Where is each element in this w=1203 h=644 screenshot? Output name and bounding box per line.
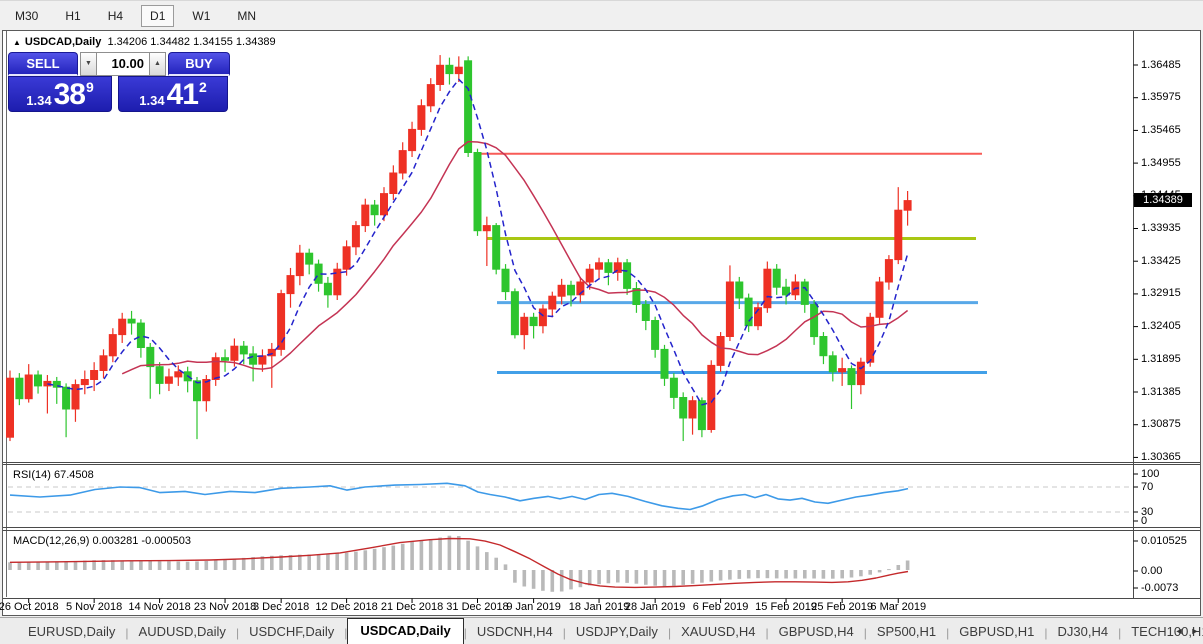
- timeframe-button-d1[interactable]: D1: [141, 4, 175, 27]
- buy-button[interactable]: BUY: [168, 52, 230, 76]
- price-axis-label: 1.36485: [1141, 58, 1181, 71]
- timeframe-button-h1[interactable]: H1: [56, 5, 89, 27]
- tab-scroll-left-icon[interactable]: ◄: [1172, 623, 1186, 639]
- trading-app: M30 H1 H4 D1 W1 MN ▲ USDCAD,Daily 1.34206 1.34…: [0, 0, 1203, 644]
- rsi-axis-label: 100: [1141, 467, 1160, 480]
- symbol-tab-sp500-h1[interactable]: SP500,H1: [867, 620, 946, 644]
- sell-price-prefix: 1.34: [26, 93, 52, 108]
- symbol-tab-strip: EURUSD,Daily | AUDUSD,Daily | USDCHF,Daily | U…: [0, 617, 1203, 644]
- price-axis-label: 1.35975: [1141, 91, 1181, 104]
- chart-symbol-label: USDCAD,Daily: [24, 36, 102, 48]
- sell-price-big: 38: [53, 78, 86, 111]
- buy-price-pip: 2: [198, 79, 207, 95]
- price-axis-label: 1.33425: [1141, 254, 1181, 267]
- symbol-tab-eurusd-daily[interactable]: EURUSD,Daily: [18, 620, 125, 644]
- symbol-tab-gbpusd-h1[interactable]: GBPUSD,H1: [949, 620, 1044, 644]
- symbol-tab-usdchf-daily[interactable]: USDCHF,Daily: [239, 620, 344, 644]
- one-click-trade-panel: SELL ▼ 10.00 ▲ BUY 1.34 38 9 1.34 41 2: [8, 52, 230, 112]
- volume-increase-icon[interactable]: ▲: [149, 52, 166, 76]
- volume-input[interactable]: 10.00: [97, 52, 149, 76]
- symbol-tab-usdjpy-daily[interactable]: USDJPY,Daily: [566, 620, 668, 644]
- symbol-tab-usdcad-daily[interactable]: USDCAD,Daily: [347, 618, 464, 644]
- timeframe-button-m30[interactable]: M30: [6, 5, 47, 27]
- symbol-tab-dj30-h4[interactable]: DJ30,H4: [1048, 620, 1119, 644]
- rsi-indicator-label: RSI(14) 67.4508: [13, 469, 94, 481]
- sell-price-button[interactable]: 1.34 38 9: [8, 76, 112, 112]
- buy-price-big: 41: [166, 78, 199, 111]
- volume-stepper: ▼ 10.00 ▲: [80, 52, 166, 76]
- price-axis-label: 1.32405: [1141, 320, 1181, 333]
- timeframe-button-h4[interactable]: H4: [99, 5, 132, 27]
- symbol-tab-audusd-daily[interactable]: AUDUSD,Daily: [129, 620, 236, 644]
- price-axis-label: 1.30875: [1141, 418, 1181, 431]
- timeframe-button-w1[interactable]: W1: [183, 5, 219, 27]
- price-axis-label: 1.35465: [1141, 123, 1181, 136]
- symbol-tab-usdcnh-h4[interactable]: USDCNH,H4: [467, 620, 563, 644]
- price-axis-label: 1.34955: [1141, 156, 1181, 169]
- sell-price-pip: 9: [85, 79, 94, 95]
- current-price-tag: 1.34389: [1134, 193, 1192, 207]
- buy-price-button[interactable]: 1.34 41 2: [118, 76, 228, 112]
- date-label: 6 Mar 2019: [870, 601, 927, 613]
- chart-window: [2, 30, 1201, 616]
- chart-title: ▲ USDCAD,Daily 1.34206 1.34482 1.34155 1.…: [13, 36, 276, 48]
- macd-indicator-label: MACD(12,26,9) 0.003281 -0.000503: [13, 535, 191, 547]
- symbol-tab-gbpusd-h4[interactable]: GBPUSD,H4: [769, 620, 864, 644]
- sell-button[interactable]: SELL: [8, 52, 78, 76]
- buy-price-prefix: 1.34: [139, 93, 165, 108]
- chart-ohlc-values: 1.34206 1.34482 1.34155 1.34389: [107, 36, 276, 48]
- tab-scroll-right-icon[interactable]: ►: [1188, 623, 1202, 639]
- macd-axis-label: -0.0073: [1141, 581, 1179, 594]
- ohlc-triangle-icon: ▲: [13, 38, 21, 47]
- volume-decrease-icon[interactable]: ▼: [80, 52, 97, 76]
- price-axis-label: 1.33935: [1141, 222, 1181, 234]
- macd-axis-label: 0.010525: [1141, 534, 1187, 547]
- timeframe-toolbar: M30 H1 H4 D1 W1 MN: [0, 0, 1203, 30]
- price-axis-label: 1.32915: [1141, 287, 1181, 300]
- price-axis-label: 1.31385: [1141, 385, 1181, 398]
- price-axis-label: 1.31895: [1141, 352, 1181, 365]
- rsi-axis-label: 0: [1141, 514, 1148, 527]
- rsi-axis-label: 70: [1141, 480, 1154, 493]
- macd-axis-label: 0.00: [1141, 564, 1163, 577]
- timeframe-button-mn[interactable]: MN: [228, 5, 265, 27]
- price-axis-label: 1.30365: [1141, 450, 1181, 463]
- symbol-tab-xauusd-h4[interactable]: XAUUSD,H4: [671, 620, 765, 644]
